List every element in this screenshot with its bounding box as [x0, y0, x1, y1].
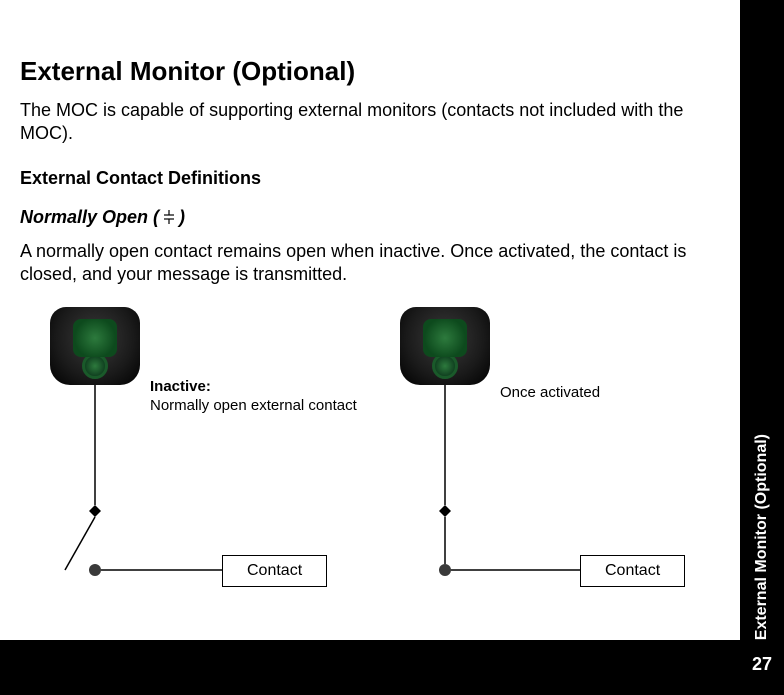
subsection-description: A normally open contact remains open whe…	[20, 240, 720, 287]
moc-device-icon	[50, 307, 140, 385]
page-title: External Monitor (Optional)	[20, 56, 720, 87]
section-heading: External Contact Definitions	[20, 168, 720, 189]
page-number: 27	[740, 654, 784, 675]
side-tab: External Monitor (Optional) 27	[740, 0, 784, 695]
diagram-row: Inactive: Normally open external contact…	[20, 307, 720, 607]
diagram-inactive: Inactive: Normally open external contact…	[50, 307, 370, 607]
subsection-suffix: )	[179, 207, 185, 228]
normally-open-symbol-icon	[161, 209, 177, 225]
intro-paragraph: The MOC is capable of supporting externa…	[20, 99, 720, 146]
subsection-prefix: Normally Open (	[20, 207, 159, 228]
document-page: External Monitor (Optional) The MOC is c…	[0, 0, 740, 640]
contact-box: Contact	[222, 555, 327, 587]
subsection-heading: Normally Open ( )	[20, 207, 720, 228]
wire-open-icon	[50, 385, 380, 605]
contact-box: Contact	[580, 555, 685, 587]
diagram-activated: Once activated Contact	[400, 307, 720, 607]
moc-device-icon	[400, 307, 490, 385]
side-tab-label: External Monitor (Optional)	[740, 0, 784, 640]
